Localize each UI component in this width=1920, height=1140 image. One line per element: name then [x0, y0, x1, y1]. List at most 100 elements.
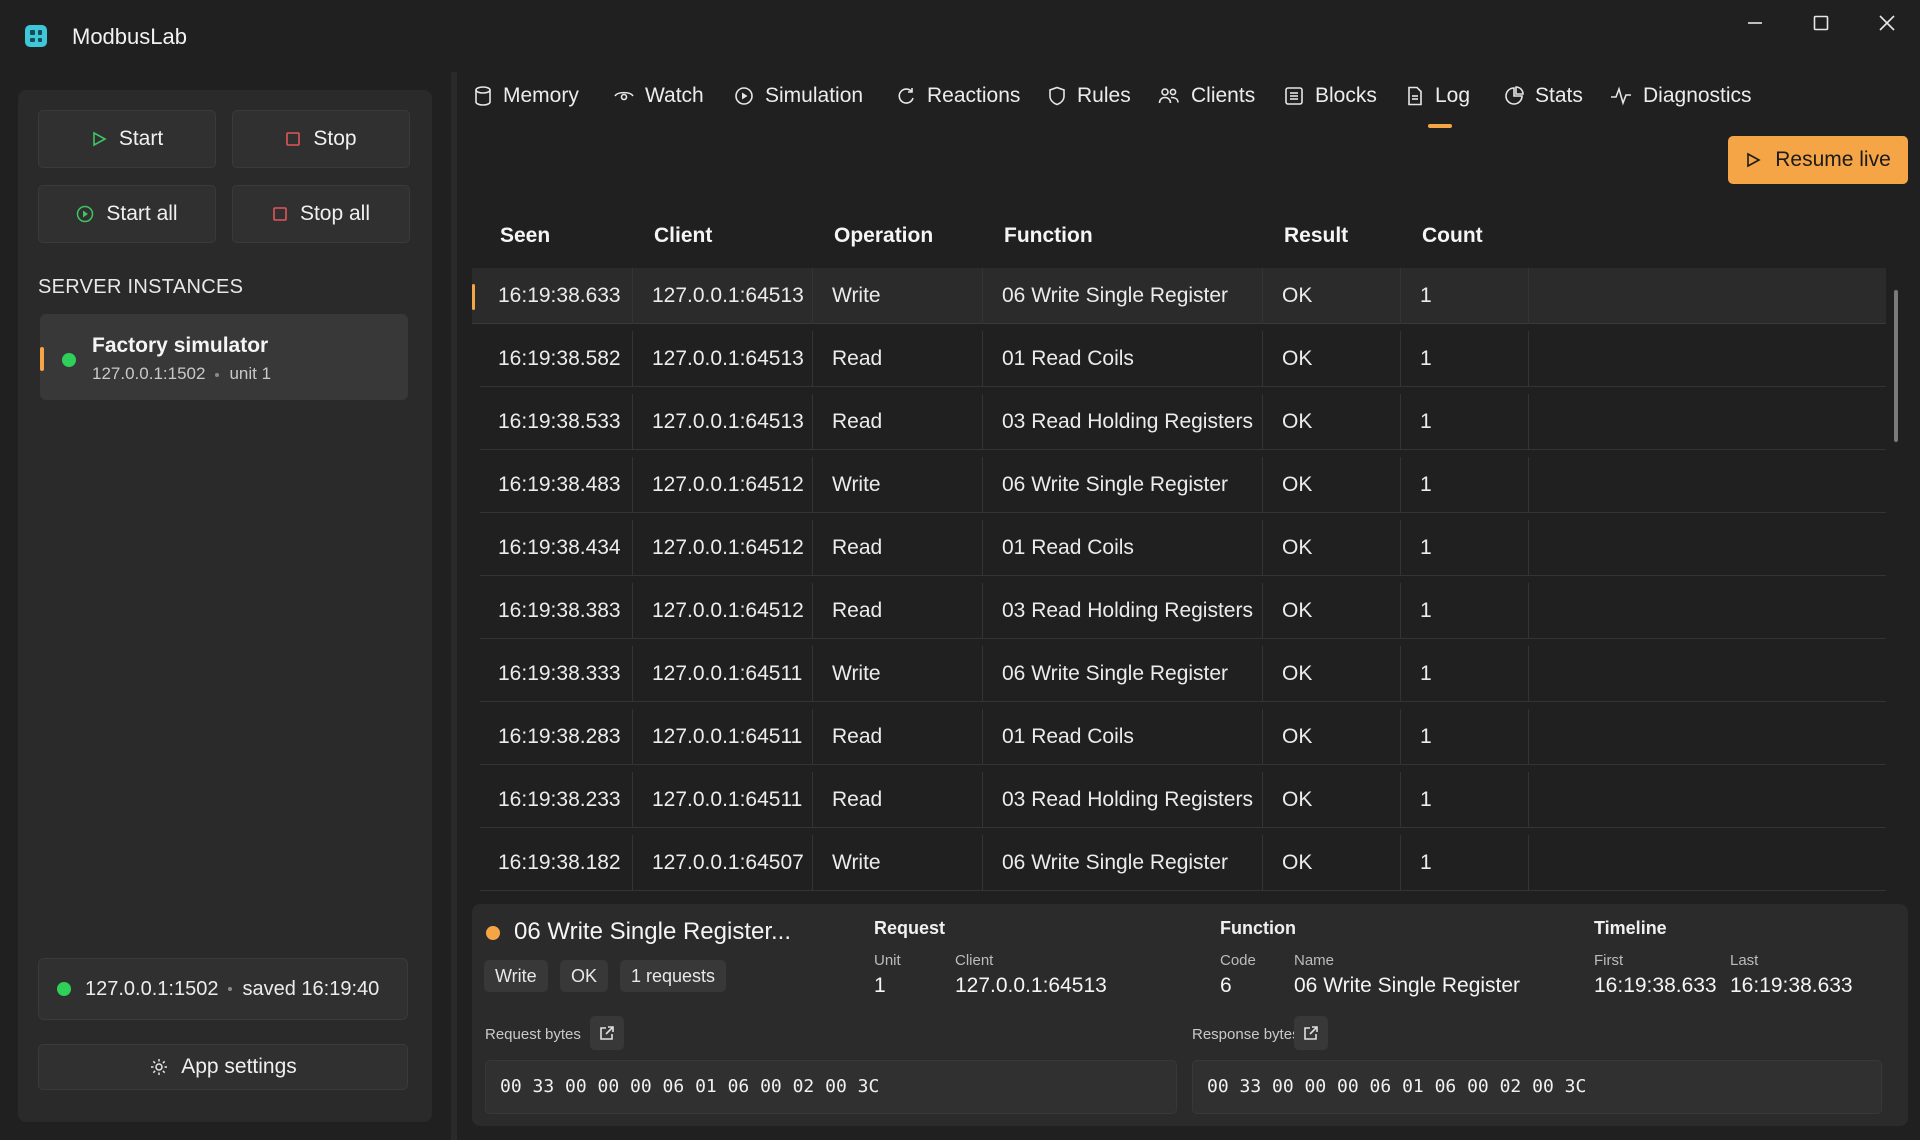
- tab-label: Clients: [1191, 84, 1256, 107]
- open-response-bytes-button[interactable]: [1294, 1016, 1328, 1050]
- tab-reactions[interactable]: Reactions: [896, 84, 1020, 108]
- table-row[interactable]: 16:19:38.434 127.0.0.1:64512 Read 01 Read C…: [480, 520, 1886, 576]
- cell-function: 06 Write Single Register: [1002, 284, 1229, 307]
- column-divider: [1262, 520, 1263, 576]
- start-button-label: Start: [118, 127, 164, 150]
- column-divider: [1262, 709, 1263, 765]
- cell-seen: 16:19:38.633: [498, 284, 621, 307]
- unit-value: 1: [874, 974, 886, 997]
- resume-live-button[interactable]: Resume live: [1728, 136, 1908, 184]
- tab-label: Blocks: [1315, 84, 1377, 107]
- column-divider: [632, 394, 633, 450]
- stats-icon: [1505, 86, 1524, 105]
- column-divider: [812, 646, 813, 702]
- cell-result: OK: [1282, 662, 1313, 685]
- open-request-bytes-button[interactable]: [590, 1016, 624, 1050]
- table-row[interactable]: 16:19:38.233 127.0.0.1:64511 Read 03 Read H…: [480, 772, 1886, 828]
- cell-operation: Read: [832, 347, 883, 370]
- maximize-button[interactable]: [1796, 8, 1846, 38]
- tab-label: Diagnostics: [1643, 84, 1752, 107]
- response-bytes-field[interactable]: 00 33 00 00 00 06 01 06 00 02 00 3C: [1192, 1060, 1882, 1114]
- cell-seen: 16:19:38.383: [498, 599, 621, 622]
- tab-watch[interactable]: Watch: [614, 84, 704, 108]
- cell-seen: 16:19:38.283: [498, 725, 621, 748]
- tab-simulation[interactable]: Simulation: [734, 84, 863, 108]
- cell-function: 03 Read Holding Registers: [1002, 410, 1253, 433]
- tab-memory[interactable]: Memory: [474, 84, 579, 108]
- table-row[interactable]: 16:19:38.182 127.0.0.1:64507 Write 06 Write…: [480, 835, 1886, 891]
- tab-label: Reactions: [927, 84, 1021, 107]
- column-header-count[interactable]: Count: [1422, 224, 1483, 248]
- column-header-seen[interactable]: Seen: [500, 224, 550, 248]
- close-button[interactable]: [1862, 8, 1912, 38]
- table-row[interactable]: 16:19:38.533 127.0.0.1:64513 Read 03 Read H…: [480, 394, 1886, 450]
- cell-operation: Read: [832, 599, 883, 622]
- stop-button[interactable]: Stop: [232, 110, 410, 168]
- column-divider: [1262, 772, 1263, 828]
- column-divider: [1528, 457, 1529, 513]
- maximize-icon: [1813, 15, 1829, 31]
- tab-log[interactable]: Log: [1406, 84, 1470, 108]
- start-button[interactable]: Start: [38, 110, 216, 168]
- write-status-dot: [486, 926, 500, 940]
- server-status-bar: 127.0.0.1:1502 saved 16:19:40: [38, 958, 408, 1020]
- app-settings-button[interactable]: App settings: [38, 1044, 408, 1090]
- table-row[interactable]: 16:19:38.483 127.0.0.1:64512 Write 06 Write…: [480, 457, 1886, 513]
- table-row[interactable]: 16:19:38.582 127.0.0.1:64513 Read 01 Read C…: [480, 331, 1886, 387]
- tab-rules[interactable]: Rules: [1048, 84, 1131, 108]
- table-row[interactable]: 16:19:38.333 127.0.0.1:64511 Write 06 Write…: [480, 646, 1886, 702]
- cell-count: 1: [1420, 725, 1432, 748]
- column-divider: [1400, 331, 1401, 387]
- column-divider: [1262, 331, 1263, 387]
- last-label: Last: [1730, 952, 1759, 969]
- column-header-operation[interactable]: Operation: [834, 224, 933, 248]
- column-divider: [812, 583, 813, 639]
- cell-result: OK: [1282, 788, 1313, 811]
- database-icon: [475, 86, 491, 106]
- gear-icon: [151, 1059, 168, 1075]
- column-divider: [1262, 583, 1263, 639]
- selection-indicator: [40, 347, 44, 371]
- panel-splitter[interactable]: [451, 72, 457, 1140]
- request-bytes-field[interactable]: 00 33 00 00 00 06 01 06 00 02 00 3C: [485, 1060, 1177, 1114]
- column-divider: [632, 709, 633, 765]
- table-row[interactable]: 16:19:38.633 127.0.0.1:64513 Write 06 Wr…: [472, 268, 1886, 324]
- start-all-button[interactable]: Start all: [38, 185, 216, 243]
- first-value: 16:19:38.633: [1594, 974, 1717, 997]
- tab-diagnostics[interactable]: Diagnostics: [1610, 84, 1752, 108]
- external-link-icon: [1304, 1026, 1318, 1040]
- tab-stats[interactable]: Stats: [1504, 84, 1583, 108]
- request-bytes-label: Request bytes: [485, 1026, 581, 1043]
- column-divider: [982, 646, 983, 702]
- tab-blocks[interactable]: Blocks: [1284, 84, 1377, 108]
- column-divider: [632, 646, 633, 702]
- tab-clients[interactable]: Clients: [1158, 84, 1255, 108]
- external-link-icon: [600, 1026, 614, 1040]
- column-header-result[interactable]: Result: [1284, 224, 1348, 248]
- minimize-icon: [1748, 22, 1762, 24]
- column-header-function[interactable]: Function: [1004, 224, 1093, 248]
- cell-operation: Write: [832, 851, 881, 874]
- request-heading: Request: [874, 918, 946, 938]
- minimize-button[interactable]: [1730, 8, 1780, 38]
- column-divider: [812, 772, 813, 828]
- column-divider: [1400, 394, 1401, 450]
- column-divider: [1528, 583, 1529, 639]
- stop-all-button[interactable]: Stop all: [232, 185, 410, 243]
- table-scrollbar[interactable]: [1894, 290, 1898, 442]
- pulse-icon: [1611, 86, 1631, 106]
- tab-label: Log: [1435, 84, 1471, 107]
- result-chip: OK: [560, 960, 609, 992]
- column-divider: [1262, 268, 1263, 324]
- running-status-dot: [62, 353, 76, 367]
- column-header-client[interactable]: Client: [654, 224, 712, 248]
- table-row[interactable]: 16:19:38.383 127.0.0.1:64512 Read 03 Read H…: [480, 583, 1886, 639]
- column-divider: [812, 394, 813, 450]
- column-divider: [1400, 457, 1401, 513]
- operation-chip: Write: [484, 960, 548, 992]
- name-value: 06 Write Single Register: [1294, 974, 1521, 997]
- server-instance-item[interactable]: Factory simulator 127.0.0.1:1502 unit 1: [40, 314, 408, 400]
- table-row[interactable]: 16:19:38.283 127.0.0.1:64511 Read 01 Read C…: [480, 709, 1886, 765]
- cell-client: 127.0.0.1:64511: [652, 725, 803, 748]
- instance-unit: unit 1: [229, 364, 272, 383]
